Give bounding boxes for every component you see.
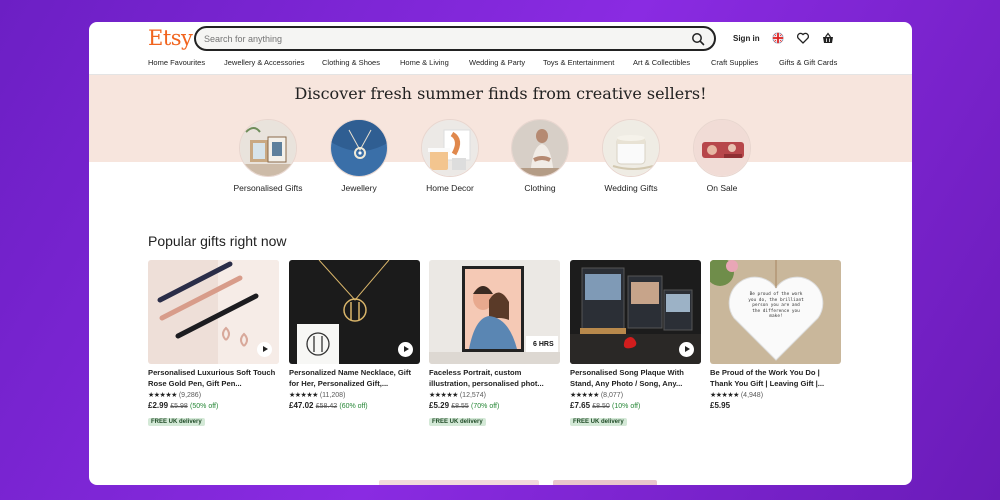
- category-label: Personalised Gifts: [233, 183, 303, 193]
- product-card[interactable]: Personalized Name Necklace, Gift for Her…: [289, 260, 420, 410]
- basket-icon[interactable]: [821, 31, 835, 45]
- price: £2.99: [148, 401, 169, 410]
- product-image[interactable]: 6 HRS: [429, 260, 560, 364]
- product-rating: ★★★★★ (4,948): [710, 391, 841, 399]
- search-bar[interactable]: [194, 26, 716, 51]
- flag-icon[interactable]: [771, 31, 785, 45]
- free-delivery-badge: FREE UK delivery: [570, 418, 627, 426]
- product-rating: ★★★★★ (12,574): [429, 391, 560, 399]
- category-label: Jewellery: [341, 183, 377, 193]
- product-image[interactable]: [148, 260, 279, 364]
- heart-note: Be proud of the work you do, the brillia…: [748, 292, 804, 320]
- category-home-decor[interactable]: Home Decor: [415, 119, 485, 194]
- free-delivery-badge: FREE UK delivery: [148, 418, 205, 426]
- product-image[interactable]: Be proud of the work you do, the brillia…: [710, 260, 841, 364]
- star-rating: ★★★★★: [710, 392, 739, 399]
- discount: (50% off): [190, 403, 219, 410]
- category-nav: Home Favourites Jewellery & Accessories …: [89, 58, 912, 74]
- price: £7.65: [570, 401, 591, 410]
- star-rating: ★★★★★: [570, 392, 599, 399]
- product-price-row: £5.29 £8.55 (70% off): [429, 401, 560, 410]
- search-input[interactable]: [204, 31, 674, 47]
- category-image: [693, 119, 751, 177]
- free-delivery-badge: FREE UK delivery: [429, 418, 486, 426]
- original-price: £8.50: [592, 403, 610, 410]
- product-price-row: £7.65 £8.50 (10% off): [570, 401, 701, 410]
- product-price-row: £5.95: [710, 401, 841, 410]
- sign-in-link[interactable]: Sign in: [733, 34, 760, 43]
- category-wedding-gifts[interactable]: Wedding Gifts: [596, 119, 666, 194]
- nav-item-gifts[interactable]: Gifts & Gift Cards: [779, 58, 837, 67]
- review-count: (4,948): [740, 392, 764, 399]
- product-card[interactable]: Be proud of the work you do, the brillia…: [710, 260, 841, 410]
- price: £5.29: [429, 401, 450, 410]
- category-personalised-gifts[interactable]: Personalised Gifts: [233, 119, 303, 194]
- category-label: Clothing: [524, 183, 556, 193]
- next-section-image: [553, 480, 657, 485]
- nav-item-home-living[interactable]: Home & Living: [400, 58, 449, 67]
- category-image: [511, 119, 569, 177]
- etsy-logo[interactable]: Etsy: [148, 26, 193, 50]
- search-icon[interactable]: [691, 32, 705, 46]
- star-rating: ★★★★★: [289, 392, 318, 399]
- category-label: On Sale: [706, 183, 738, 193]
- product-rating: ★★★★★ (8,077): [570, 391, 701, 399]
- category-image: [421, 119, 479, 177]
- nav-item-jewellery[interactable]: Jewellery & Accessories: [224, 58, 304, 67]
- discount: (10% off): [612, 403, 641, 410]
- product-card[interactable]: Personalised Luxurious Soft Touch Rose G…: [148, 260, 279, 428]
- original-price: £58.42: [315, 403, 338, 410]
- product-image[interactable]: [570, 260, 701, 364]
- heart-icon[interactable]: [796, 31, 810, 45]
- product-rating: ★★★★★ (11,208): [289, 391, 420, 399]
- category-label: Home Decor: [426, 183, 474, 193]
- next-section-image: [379, 480, 539, 485]
- nav-item-wedding[interactable]: Wedding & Party: [469, 58, 525, 67]
- hero-title: Discover fresh summer finds from creativ…: [294, 84, 707, 103]
- category-label: Wedding Gifts: [604, 183, 658, 193]
- review-count: (8,077): [600, 392, 624, 399]
- nav-item-toys[interactable]: Toys & Entertainment: [543, 58, 614, 67]
- discount: (60% off): [339, 403, 368, 410]
- category-image: [602, 119, 660, 177]
- review-count: (11,208): [319, 392, 346, 399]
- product-card[interactable]: 6 HRS Faceless Portrait, custom illustra…: [429, 260, 560, 428]
- product-title[interactable]: Personalised Song Plaque With Stand, Any…: [570, 368, 701, 389]
- product-rating: ★★★★★ (9,286): [148, 391, 279, 399]
- nav-item-clothing[interactable]: Clothing & Shoes: [322, 58, 380, 67]
- nav-item-art[interactable]: Art & Collectibles: [633, 58, 690, 67]
- category-image: [330, 119, 388, 177]
- original-price: £8.55: [451, 403, 469, 410]
- product-price-row: £47.02 £58.42 (60% off): [289, 401, 420, 410]
- nav-item-home-favourites[interactable]: Home Favourites: [148, 58, 205, 67]
- star-rating: ★★★★★: [429, 392, 458, 399]
- category-on-sale[interactable]: On Sale: [687, 119, 757, 194]
- browser-window: Etsy Sign in: [89, 22, 912, 485]
- star-rating: ★★★★★: [148, 392, 177, 399]
- play-video-icon[interactable]: [398, 342, 413, 357]
- category-clothing[interactable]: Clothing: [505, 119, 575, 194]
- price: £47.02: [289, 401, 314, 410]
- discount: (70% off): [471, 403, 500, 410]
- original-price: £5.98: [170, 403, 188, 410]
- section-title: Popular gifts right now: [148, 233, 287, 249]
- hours-label: 6 HRS: [533, 341, 554, 348]
- review-count: (12,574): [459, 392, 486, 399]
- product-title[interactable]: Faceless Portrait, custom illustration, …: [429, 368, 560, 389]
- product-card[interactable]: Personalised Song Plaque With Stand, Any…: [570, 260, 701, 428]
- category-jewellery[interactable]: Jewellery: [324, 119, 394, 194]
- product-title[interactable]: Personalized Name Necklace, Gift for Her…: [289, 368, 420, 389]
- review-count: (9,286): [178, 392, 202, 399]
- price: £5.95: [710, 401, 731, 410]
- play-video-icon[interactable]: [257, 342, 272, 357]
- category-image: [239, 119, 297, 177]
- product-title[interactable]: Be Proud of the Work You Do | Thank You …: [710, 368, 841, 389]
- product-price-row: £2.99 £5.98 (50% off): [148, 401, 279, 410]
- product-image[interactable]: [289, 260, 420, 364]
- play-video-icon[interactable]: [679, 342, 694, 357]
- nav-item-craft[interactable]: Craft Supplies: [711, 58, 758, 67]
- product-title[interactable]: Personalised Luxurious Soft Touch Rose G…: [148, 368, 279, 389]
